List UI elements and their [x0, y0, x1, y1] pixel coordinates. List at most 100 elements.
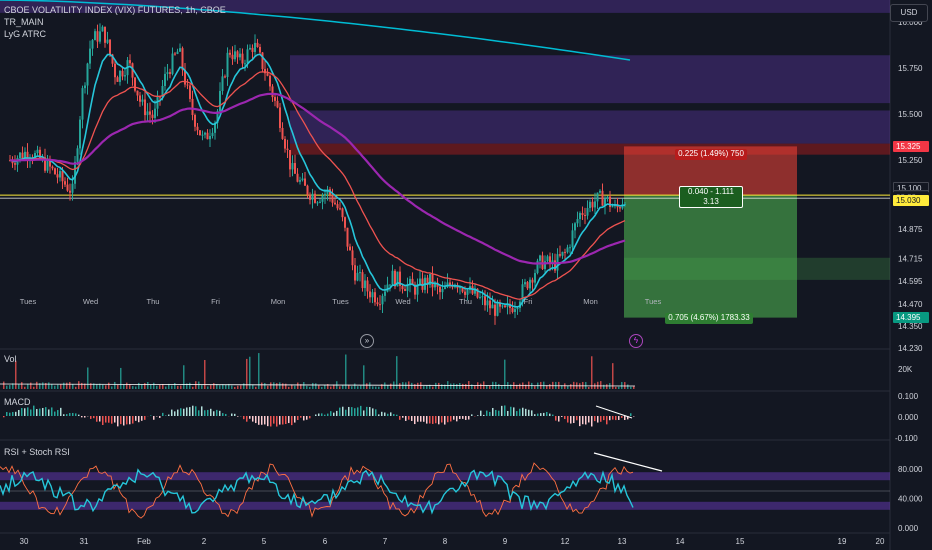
- macd-histogram-bar: [456, 416, 458, 422]
- candle-body: [154, 108, 156, 118]
- candle-body: [186, 84, 189, 86]
- volume-bar: [450, 383, 452, 389]
- candle-body: [309, 194, 311, 200]
- stop-loss-label: 0.225 (1.49%) 750: [675, 149, 747, 160]
- macd-histogram-bar: [384, 412, 386, 416]
- candle-body: [571, 230, 574, 248]
- candle-body: [526, 282, 529, 289]
- double-chevron-right-icon[interactable]: »: [360, 334, 374, 348]
- chart-canvas[interactable]: 16.00015.75015.50015.25015.10014.87514.7…: [0, 0, 932, 550]
- macd-histogram-bar: [246, 416, 248, 422]
- volume-bar: [69, 382, 71, 389]
- volume-bar: [588, 386, 590, 389]
- macd-histogram-bar: [216, 409, 218, 416]
- macd-histogram-bar: [579, 416, 581, 427]
- volume-bar: [201, 385, 203, 389]
- volume-bar: [189, 382, 191, 389]
- macd-histogram-bar: [321, 413, 323, 416]
- candle-body: [91, 40, 94, 49]
- volume-bar: [468, 381, 470, 389]
- candle-body: [606, 196, 609, 199]
- macd-pane-label[interactable]: MACD: [4, 397, 31, 407]
- candle-body: [389, 284, 391, 286]
- macd-histogram-bar: [108, 416, 110, 423]
- volume-bar: [504, 359, 506, 389]
- macd-histogram-bar: [429, 416, 431, 424]
- macd-histogram-bar: [150, 415, 152, 416]
- macd-histogram-bar: [327, 413, 329, 416]
- volume-bar: [312, 382, 314, 389]
- candle-body: [541, 255, 544, 269]
- macd-histogram-bar: [336, 410, 338, 416]
- candle-body: [294, 163, 296, 174]
- vol-pane-label[interactable]: Vol: [4, 354, 17, 364]
- candle-body: [56, 174, 59, 178]
- candle-body: [319, 201, 321, 203]
- volume-bar: [618, 386, 620, 389]
- candle-body: [19, 152, 21, 158]
- candle-body: [179, 48, 181, 52]
- rsi-axis-tick: 80.000: [898, 465, 923, 474]
- volume-bar: [258, 353, 260, 389]
- candle-body: [164, 73, 166, 86]
- macd-histogram-bar: [621, 416, 623, 418]
- macd-histogram-bar: [594, 416, 596, 422]
- candle-body: [584, 215, 586, 217]
- candle-body: [79, 119, 81, 149]
- macd-histogram-bar: [297, 416, 299, 421]
- volume-bar: [534, 386, 536, 389]
- volume-bar: [30, 382, 32, 389]
- macd-histogram-bar: [531, 410, 533, 416]
- macd-histogram-bar: [207, 409, 209, 416]
- macd-histogram-bar: [546, 412, 548, 416]
- candle-body: [404, 289, 406, 291]
- volume-bar: [603, 384, 605, 389]
- candle-body: [141, 99, 144, 102]
- volume-bar: [264, 383, 266, 389]
- entry-label-line2: 3.13: [703, 197, 719, 206]
- indicator-label-tr-main[interactable]: TR_MAIN: [4, 16, 226, 28]
- currency-button[interactable]: USD: [890, 4, 928, 22]
- chart-title[interactable]: CBOE VOLATILITY INDEX (VIX) FUTURES, 1h,…: [4, 4, 226, 16]
- macd-histogram-bar: [597, 416, 599, 423]
- date-axis-label: 30: [20, 537, 29, 546]
- candle-body: [166, 72, 169, 74]
- candle-body: [379, 304, 381, 306]
- indicator-label-lyg-atrc[interactable]: LyG ATRC: [4, 28, 226, 40]
- lightning-icon[interactable]: ϟ: [629, 334, 643, 348]
- candle-body: [441, 288, 444, 293]
- candle-body: [561, 251, 564, 256]
- volume-bar: [36, 381, 38, 389]
- macd-histogram-bar: [354, 408, 356, 416]
- volume-bar: [279, 382, 281, 389]
- candle-body: [514, 309, 516, 312]
- macd-histogram-bar: [291, 416, 293, 426]
- macd-histogram-bar: [366, 406, 368, 416]
- macd-histogram-bar: [174, 411, 176, 416]
- macd-histogram-bar: [258, 416, 260, 425]
- volume-bar: [510, 384, 512, 389]
- candle-body: [576, 219, 579, 224]
- volume-bar: [345, 354, 347, 389]
- volume-bar: [183, 365, 185, 389]
- candle-body: [181, 48, 184, 70]
- candle-body: [191, 98, 194, 115]
- macd-histogram-bar: [162, 412, 164, 416]
- volume-bar: [198, 381, 200, 389]
- x-tick-label: Fri: [211, 297, 220, 306]
- candle-body: [86, 63, 89, 86]
- volume-bar: [243, 383, 245, 389]
- candle-body: [374, 292, 376, 303]
- macd-histogram-bar: [528, 409, 530, 416]
- candle-body: [346, 227, 349, 247]
- volume-bar: [42, 382, 44, 389]
- macd-histogram-bar: [417, 416, 419, 422]
- macd-histogram-bar: [534, 414, 536, 416]
- candle-body: [364, 280, 366, 289]
- volume-bar: [237, 385, 239, 389]
- macd-histogram-bar: [375, 409, 377, 416]
- macd-histogram-bar: [351, 407, 353, 416]
- entry-label[interactable]: 0.040 - 1.111 3.13: [679, 186, 743, 208]
- rsi-pane-label[interactable]: RSI + Stoch RSI: [4, 447, 70, 457]
- volume-bar: [141, 384, 143, 389]
